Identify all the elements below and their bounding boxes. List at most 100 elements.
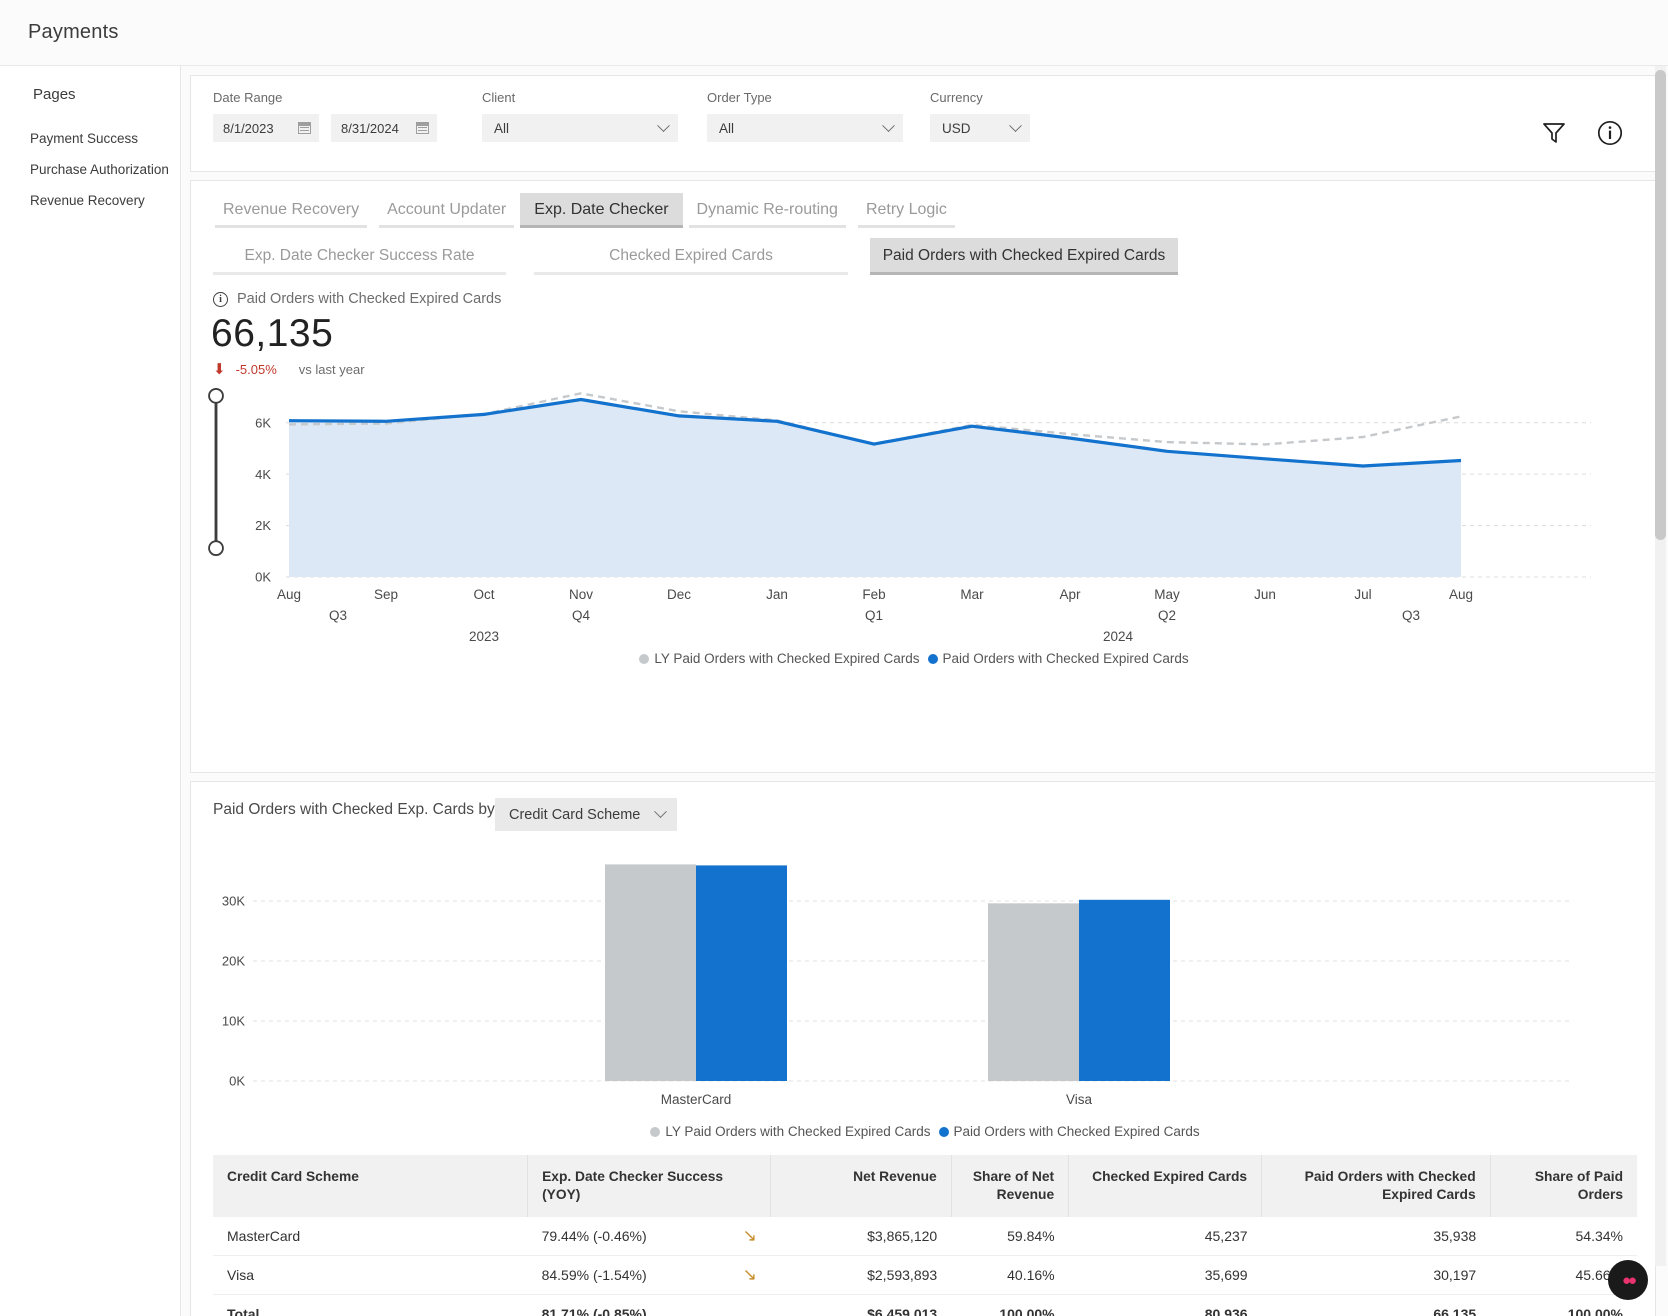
cell-net-revenue: $3,865,120 bbox=[770, 1216, 952, 1256]
order-type-select[interactable]: All bbox=[707, 114, 903, 142]
scrollbar-thumb[interactable] bbox=[1655, 70, 1666, 540]
y-tick-0k: 0K bbox=[255, 570, 271, 585]
tab-account-updater[interactable]: Account Updater bbox=[373, 193, 520, 228]
date-end-input[interactable]: 8/31/2024 bbox=[331, 114, 437, 142]
cell-scheme: MasterCard bbox=[213, 1216, 528, 1256]
table-row[interactable]: MasterCard 79.44% (-0.46%) ↘ $3,865,120 … bbox=[213, 1216, 1637, 1256]
summary-table: Credit Card Scheme Exp. Date Checker Suc… bbox=[213, 1155, 1637, 1316]
chart-range-slider[interactable] bbox=[205, 377, 227, 567]
kpi-delta: -5.05% bbox=[235, 362, 277, 377]
area-fill-current-year bbox=[289, 399, 1461, 577]
col-credit-card-scheme[interactable]: Credit Card Scheme bbox=[213, 1155, 529, 1217]
x-tick-apr: Apr bbox=[1059, 587, 1081, 602]
bar-mastercard-ly[interactable] bbox=[605, 864, 696, 1081]
date-range-label: Date Range bbox=[213, 90, 283, 105]
tab-underline bbox=[379, 225, 515, 228]
filter-currency: Currency USD bbox=[930, 90, 1030, 142]
legend-item-ly[interactable]: LY Paid Orders with Checked Expired Card… bbox=[650, 1124, 931, 1139]
x-axis-year-labels: 2023 2024 bbox=[469, 629, 1134, 644]
bar-chart-title: Paid Orders with Checked Exp. Cards by bbox=[213, 801, 495, 818]
tab-revenue-recovery[interactable]: Revenue Recovery bbox=[209, 193, 373, 228]
currency-value: USD bbox=[942, 120, 971, 136]
chevron-down-icon bbox=[657, 118, 670, 132]
bar-mastercard-current[interactable] bbox=[696, 865, 787, 1081]
col-paid-orders-with-checked-expired-cards[interactable]: Paid Orders with Checked Expired Cards bbox=[1261, 1155, 1491, 1217]
bar-y-tick-10k: 10K bbox=[222, 1014, 245, 1029]
x-tick-aug-2023: Aug bbox=[277, 587, 301, 602]
line-chart-legend: LY Paid Orders with Checked Expired Card… bbox=[191, 651, 1637, 666]
x-quarter-q4: Q4 bbox=[572, 608, 591, 623]
sidebar-item-revenue-recovery[interactable]: Revenue Recovery bbox=[0, 185, 180, 216]
brand-logo-glyph: ●● bbox=[1621, 1271, 1637, 1289]
col-share-of-paid-orders[interactable]: Share of Paid Orders bbox=[1490, 1155, 1637, 1217]
sidebar-item-payment-success[interactable]: Payment Success bbox=[0, 123, 180, 154]
dimension-select[interactable]: Credit Card Scheme bbox=[495, 798, 677, 831]
x-tick-aug-2024: Aug bbox=[1449, 587, 1473, 602]
subtab-underline bbox=[870, 272, 1178, 275]
subtab-paid-orders-with-checked-expired-cards[interactable]: Paid Orders with Checked Expired Cards bbox=[870, 238, 1178, 275]
currency-select[interactable]: USD bbox=[930, 114, 1030, 142]
brand-logo[interactable]: ●● bbox=[1608, 1260, 1648, 1300]
x-year-2023: 2023 bbox=[469, 629, 499, 644]
table-row[interactable]: Visa 84.59% (-1.54%) ↘ $2,593,893 40.16%… bbox=[213, 1255, 1637, 1295]
chevron-down-icon bbox=[882, 118, 895, 132]
subtab-exp-date-checker-success-rate[interactable]: Exp. Date Checker Success Rate bbox=[209, 238, 510, 275]
subtab-label: Checked Expired Cards bbox=[609, 247, 773, 264]
client-label: Client bbox=[482, 90, 516, 105]
slider-handle-top bbox=[208, 387, 224, 404]
tab-underline bbox=[857, 225, 955, 228]
date-start-value: 8/1/2023 bbox=[223, 120, 274, 136]
y-tick-6k: 6K bbox=[255, 416, 271, 431]
table-total-row: Total 81.71% (-0.85%) $6,459,013 100.00%… bbox=[213, 1293, 1637, 1316]
bar-y-tick-20k: 20K bbox=[222, 954, 245, 969]
tab-label: Retry Logic bbox=[865, 201, 947, 218]
subtab-checked-expired-cards[interactable]: Checked Expired Cards bbox=[530, 238, 852, 275]
dimension-value: Credit Card Scheme bbox=[509, 806, 641, 823]
tab-dynamic-re-routing[interactable]: Dynamic Re-routing bbox=[683, 193, 852, 228]
filter-bar: Date Range 8/1/2023 8/31/2024 Client All… bbox=[190, 75, 1656, 172]
filter-client: Client All bbox=[482, 90, 678, 142]
legend-item-current[interactable]: Paid Orders with Checked Expired Cards bbox=[927, 651, 1189, 666]
tab-retry-logic[interactable]: Retry Logic bbox=[852, 193, 961, 228]
tab-label: Dynamic Re-routing bbox=[696, 201, 838, 218]
x-quarter-q2: Q2 bbox=[1158, 608, 1176, 623]
info-icon[interactable] bbox=[1597, 120, 1623, 151]
legend-item-current[interactable]: Paid Orders with Checked Expired Cards bbox=[938, 1124, 1200, 1139]
body-split: Pages Payment Success Purchase Authoriza… bbox=[0, 66, 1668, 1316]
line-chart-plot: 6K 4K 2K 0K Aug Sep Oct Nov Dec Jan Feb … bbox=[255, 392, 1591, 644]
sidebar-item-purchase-authorization[interactable]: Purchase Authorization bbox=[0, 154, 180, 185]
date-start-input[interactable]: 8/1/2023 bbox=[213, 114, 319, 142]
x-tick-feb: Feb bbox=[862, 587, 885, 602]
down-right-arrow-icon: ↘ bbox=[742, 1225, 757, 1245]
cell-paid-orders-checked-expired: 35,938 bbox=[1261, 1216, 1491, 1256]
client-select[interactable]: All bbox=[482, 114, 678, 142]
cell-net-revenue: $2,593,893 bbox=[770, 1255, 952, 1295]
sidebar: Pages Payment Success Purchase Authoriza… bbox=[0, 66, 181, 1316]
subtab-underline bbox=[213, 272, 506, 275]
kpi-value: 66,135 bbox=[211, 312, 334, 355]
filter-icon[interactable] bbox=[1541, 121, 1567, 150]
bar-y-tick-0k: 0K bbox=[229, 1074, 245, 1089]
legend-item-ly[interactable]: LY Paid Orders with Checked Expired Card… bbox=[639, 651, 920, 666]
tab-label: Exp. Date Checker bbox=[534, 201, 669, 218]
col-exp-date-checker-success[interactable]: Exp. Date Checker Success (YOY) bbox=[527, 1155, 772, 1217]
info-icon[interactable]: i bbox=[213, 291, 228, 307]
bar-x-label-mastercard: MasterCard bbox=[661, 1092, 732, 1107]
cell-checked-expired-cards: 35,699 bbox=[1068, 1255, 1262, 1295]
bar-visa-current[interactable] bbox=[1079, 899, 1170, 1081]
chevron-down-icon bbox=[654, 805, 667, 819]
subtab-label: Exp. Date Checker Success Rate bbox=[244, 247, 475, 264]
x-year-2024: 2024 bbox=[1103, 629, 1134, 644]
kpi-label: Paid Orders with Checked Expired Cards bbox=[237, 291, 502, 307]
main-content: Date Range 8/1/2023 8/31/2024 Client All… bbox=[181, 66, 1668, 1316]
bar-visa-ly[interactable] bbox=[988, 903, 1079, 1081]
tab-exp-date-checker[interactable]: Exp. Date Checker bbox=[520, 193, 683, 228]
col-checked-expired-cards[interactable]: Checked Expired Cards bbox=[1068, 1155, 1263, 1217]
x-tick-nov: Nov bbox=[569, 587, 593, 602]
currency-label: Currency bbox=[930, 90, 983, 105]
date-end-value: 8/31/2024 bbox=[341, 120, 399, 136]
y-tick-4k: 4K bbox=[255, 467, 271, 482]
col-net-revenue[interactable]: Net Revenue bbox=[770, 1155, 952, 1217]
cell-share-paid-orders: 54.34% bbox=[1490, 1216, 1637, 1256]
col-share-of-net-revenue[interactable]: Share of Net Revenue bbox=[951, 1155, 1070, 1217]
